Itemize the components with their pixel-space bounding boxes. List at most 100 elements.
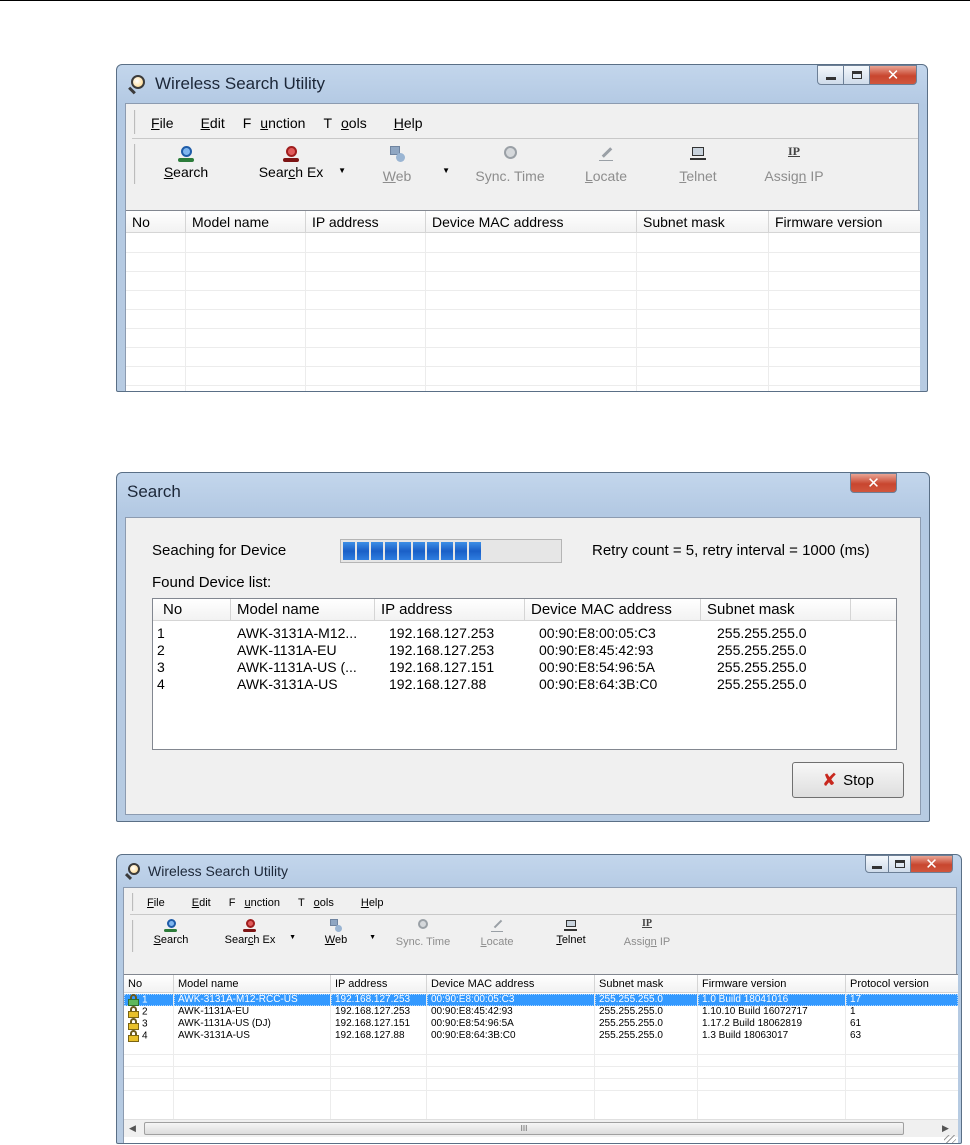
table-row[interactable]: 4 AWK-3131A-US 192.168.127.88 00:90:E8:64:3… xyxy=(124,1030,958,1042)
column-header-firmware-version[interactable]: Firmware version xyxy=(698,975,846,992)
grid-column-line xyxy=(173,993,174,1119)
minimize-button[interactable] xyxy=(865,855,889,873)
close-button[interactable]: ✕ xyxy=(850,473,897,493)
search-ex-button[interactable]: Search Ex ▼ xyxy=(216,918,296,946)
column-header-subnet-mask[interactable]: Subnet mask xyxy=(701,599,851,620)
progress-block xyxy=(427,542,439,560)
page-top-rule xyxy=(0,0,970,1)
menu-function[interactable]: Function xyxy=(243,115,315,131)
cell: 00:90:E8:00:05:C3 xyxy=(539,625,656,641)
resize-grip-icon[interactable] xyxy=(944,1135,956,1143)
close-button[interactable]: ✕ xyxy=(870,65,917,85)
web-button[interactable]: Web ▼ xyxy=(316,918,376,946)
grid-column-line xyxy=(426,993,427,1119)
menu-help[interactable]: Help xyxy=(352,897,393,909)
device-list-header: No Model name IP address Device MAC addr… xyxy=(126,211,920,233)
horizontal-scrollbar[interactable]: ◀ III ▶ xyxy=(124,1119,958,1137)
menu-file[interactable]: File xyxy=(142,115,183,131)
locate-button[interactable]: Locate xyxy=(474,918,520,948)
menu-help[interactable]: Help xyxy=(385,115,432,131)
list-item[interactable]: 3 AWK-1131A-US (... 192.168.127.151 00:90:E… xyxy=(153,659,861,676)
menu-function[interactable]: Function xyxy=(229,897,289,909)
sync-time-button[interactable]: Sync. Time xyxy=(386,918,460,948)
search-button[interactable]: Search xyxy=(156,144,216,180)
chevron-down-icon[interactable]: ▼ xyxy=(442,166,450,175)
minimize-icon xyxy=(872,865,882,869)
found-device-list[interactable]: No Model name IP address Device MAC addr… xyxy=(152,598,897,750)
assign-ip-button[interactable]: IP Assign IP xyxy=(612,918,682,948)
column-header-ip-address[interactable]: IP address xyxy=(306,211,426,232)
maximize-button[interactable] xyxy=(889,855,911,873)
column-header-model-name[interactable]: Model name xyxy=(186,211,306,232)
column-header-no[interactable]: No xyxy=(126,211,186,232)
search-icon xyxy=(176,144,196,164)
cell: 00:90:E8:64:3B:C0 xyxy=(427,1030,595,1042)
column-header-mac-address[interactable]: Device MAC address xyxy=(525,599,701,620)
column-header-firmware-version[interactable]: Firmware version xyxy=(769,211,920,232)
menu-tools[interactable]: Tools xyxy=(298,897,343,909)
grid-row-line xyxy=(126,347,920,348)
cell-text: 63 xyxy=(850,1030,862,1041)
menu-tools[interactable]: Tools xyxy=(323,115,375,131)
cell-text: 1.10.10 Build 16072717 xyxy=(702,1006,808,1017)
web-icon xyxy=(387,144,407,164)
column-header-ip-address[interactable]: IP address xyxy=(331,975,427,992)
telnet-button[interactable]: Telnet xyxy=(670,144,726,184)
list-item[interactable]: 1 AWK-3131A-M12... 192.168.127.253 00:90:E8… xyxy=(153,625,861,642)
search-button[interactable]: Search xyxy=(146,918,196,946)
list-item[interactable]: 2 AWK-1131A-EU 192.168.127.253 00:90:E8:45:… xyxy=(153,642,861,659)
scroll-thumb[interactable]: III xyxy=(144,1122,904,1135)
column-header-model-name[interactable]: Model name xyxy=(174,975,331,992)
dialog-title-bar[interactable]: Search xyxy=(117,473,929,511)
cell: 00:90:E8:45:42:93 xyxy=(427,1006,595,1018)
cell-text: 00:90:E8:54:96:5A xyxy=(431,1018,514,1029)
list-item[interactable]: 4 AWK-3131A-US 192.168.127.88 00:90:E8:64:3… xyxy=(153,676,861,693)
menu-edit[interactable]: Edit xyxy=(183,897,220,909)
cell-text: 192.168.127.253 xyxy=(335,994,411,1005)
cell: 00:90:E8:54:96:5A xyxy=(539,659,655,675)
title-bar[interactable]: Wireless Search Utility xyxy=(117,855,961,887)
sync-time-button[interactable]: Sync. Time xyxy=(466,144,554,184)
column-header-mac-address[interactable]: Device MAC address xyxy=(426,211,637,232)
minimize-button[interactable] xyxy=(817,65,844,85)
menu-edit[interactable]: Edit xyxy=(192,115,234,131)
cell-text: 1.3 Build 18063017 xyxy=(702,1030,789,1041)
cell-text: 4 xyxy=(142,1030,148,1042)
column-header-no[interactable]: No xyxy=(124,975,174,992)
cell-text: 192.168.127.88 xyxy=(335,1030,405,1041)
column-header-subnet-mask[interactable]: Subnet mask xyxy=(595,975,698,992)
table-row[interactable]: 2 AWK-1131A-EU 192.168.127.253 00:90:E8:45:… xyxy=(124,1006,958,1018)
magnifier-icon xyxy=(127,73,149,95)
cell-text: 00:90:E8:64:3B:C0 xyxy=(431,1030,516,1041)
window-client: File Edit Function Tools Help Search Sea… xyxy=(125,103,920,391)
stop-button[interactable]: ✘ Stop xyxy=(792,762,904,798)
title-bar[interactable]: Wireless Search Utility xyxy=(117,65,927,103)
search-ex-button[interactable]: Search Ex ▼ xyxy=(248,144,346,180)
cell: 192.168.127.253 xyxy=(389,625,495,641)
maximize-button[interactable] xyxy=(844,65,870,85)
cell: 255.255.255.0 xyxy=(595,1018,698,1030)
web-button[interactable]: Web ▼ xyxy=(372,144,450,184)
column-header-protocol-version[interactable]: Protocol version xyxy=(846,975,958,992)
locate-button[interactable]: Locate xyxy=(578,144,634,184)
column-header-subnet-mask[interactable]: Subnet mask xyxy=(637,211,769,232)
close-button[interactable]: ✕ xyxy=(911,855,953,873)
cell: 192.168.127.253 xyxy=(389,642,495,658)
cell: 3 xyxy=(157,659,165,675)
table-row[interactable]: 1 AWK-3131A-M12-RCC-US 192.168.127.253 00:9… xyxy=(124,994,958,1006)
chevron-down-icon[interactable]: ▼ xyxy=(289,934,296,941)
column-header-mac-address[interactable]: Device MAC address xyxy=(427,975,595,992)
device-list[interactable]: No Model name IP address Device MAC addr… xyxy=(124,974,958,1143)
cell-text: 1 xyxy=(850,1006,856,1017)
table-row[interactable]: 3 AWK-1131A-US (DJ) 192.168.127.151 00:90:E… xyxy=(124,1018,958,1030)
scroll-left-icon[interactable]: ◀ xyxy=(124,1120,141,1137)
column-header-no[interactable]: No xyxy=(153,599,231,620)
telnet-button[interactable]: Telnet xyxy=(548,918,594,946)
column-header-model-name[interactable]: Model name xyxy=(231,599,375,620)
device-list[interactable]: No Model name IP address Device MAC addr… xyxy=(126,210,920,391)
chevron-down-icon[interactable]: ▼ xyxy=(338,166,346,175)
chevron-down-icon[interactable]: ▼ xyxy=(369,934,376,941)
menu-file[interactable]: File xyxy=(138,897,174,909)
assign-ip-button[interactable]: IP Assign IP xyxy=(752,144,836,184)
column-header-ip-address[interactable]: IP address xyxy=(375,599,525,620)
